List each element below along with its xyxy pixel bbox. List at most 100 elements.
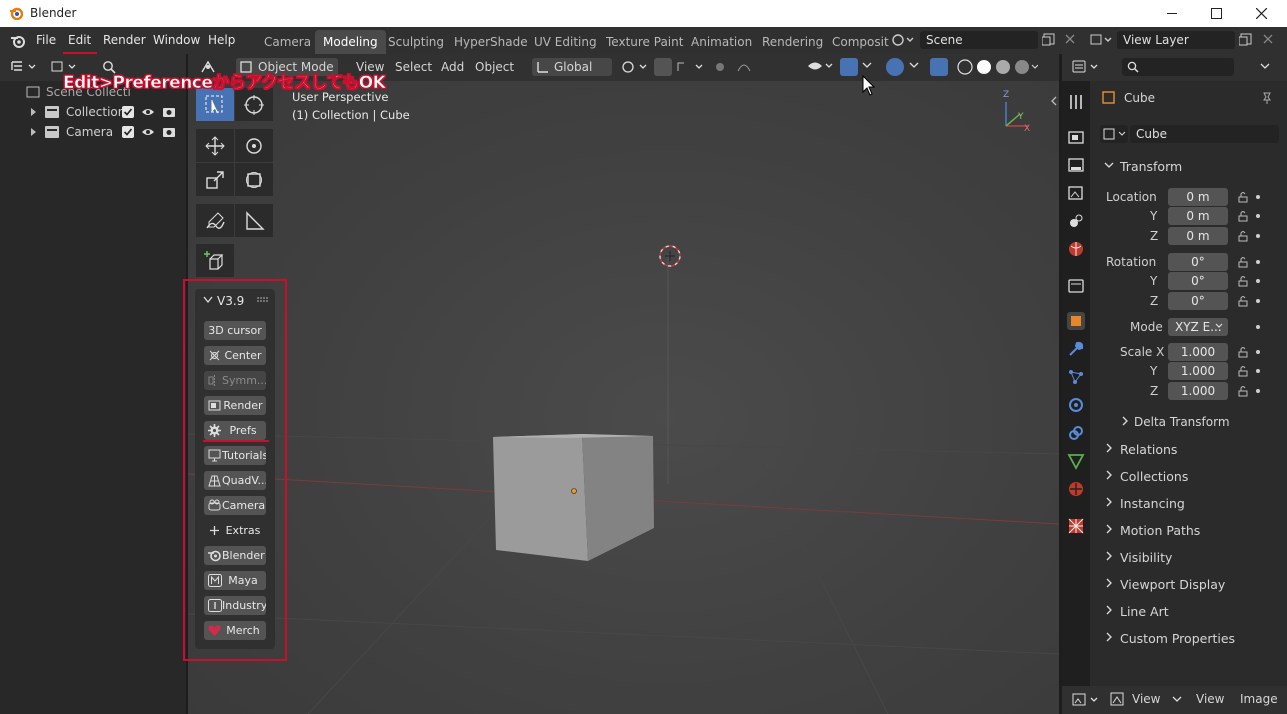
scene-field[interactable]: Scene (920, 31, 1038, 49)
modifier-tab-icon[interactable] (1067, 340, 1085, 358)
transform-section-header[interactable]: Transform (1098, 154, 1283, 180)
outliner-row-camera[interactable]: Camera (0, 122, 186, 142)
physics-tab-icon[interactable] (1067, 396, 1085, 414)
exclude-checkbox[interactable] (122, 106, 134, 118)
scale-z-field[interactable]: 1.000 (1168, 382, 1228, 400)
tab-sculpting[interactable]: Sculpting (380, 30, 452, 54)
section-visibility[interactable]: Visibility (1098, 545, 1283, 571)
shading-modes-icon[interactable] (956, 58, 1038, 76)
camera-render-icon[interactable] (162, 106, 176, 118)
orientation-dropdown[interactable]: Global (532, 58, 612, 76)
section-motion-paths[interactable]: Motion Paths (1098, 518, 1283, 544)
datablock-name-field[interactable]: Cube (1130, 125, 1279, 143)
rotation-mode-dropdown[interactable]: XYZ E... (1168, 318, 1228, 336)
menu-help[interactable]: Help (208, 33, 235, 47)
tab-rendering[interactable]: Rendering (754, 30, 831, 54)
datablock-type-dropdown[interactable] (1100, 125, 1128, 143)
eye-icon[interactable] (141, 106, 155, 118)
constraints-tab-icon[interactable] (1067, 424, 1085, 442)
keyframe-dot[interactable] (1256, 299, 1260, 303)
location-y-field[interactable]: 0 m (1168, 207, 1228, 225)
exclude-checkbox[interactable] (122, 126, 134, 138)
snap-icon[interactable] (654, 58, 672, 76)
rotate-tool[interactable] (235, 129, 273, 162)
overlay-toggle-icon[interactable] (886, 58, 904, 76)
image-editor-type-icon[interactable] (1072, 692, 1102, 708)
maximize-button[interactable] (1193, 0, 1239, 27)
keyframe-dot[interactable] (1256, 279, 1260, 283)
lock-icon[interactable] (1238, 275, 1250, 287)
keyframe-dot[interactable] (1256, 260, 1260, 264)
overlay-dropdown-icon[interactable] (909, 62, 919, 70)
particles-tab-icon[interactable] (1067, 368, 1085, 386)
pivot-icon[interactable] (620, 59, 650, 75)
tool-tab-icon[interactable] (1067, 93, 1085, 111)
menu-edit[interactable]: Edit (68, 33, 91, 47)
tab-texture-paint[interactable]: Texture Paint (598, 30, 691, 54)
location-z-field[interactable]: 0 m (1168, 227, 1228, 245)
view-mode-icon[interactable] (1110, 692, 1124, 706)
transform-tool[interactable] (235, 163, 273, 196)
lock-icon[interactable] (1238, 230, 1250, 242)
gizmo-toggle-icon[interactable] (840, 58, 858, 76)
collapse-sidebar-icon[interactable] (1050, 96, 1058, 106)
minimize-button[interactable] (1149, 0, 1195, 27)
viewport-menu-add[interactable]: Add (441, 60, 464, 74)
menu-view[interactable]: View (1196, 692, 1224, 706)
tab-uv-editing[interactable]: UV Editing (526, 30, 605, 54)
output-tab-icon[interactable] (1067, 156, 1085, 174)
cube-object[interactable] (490, 430, 660, 565)
rotation-z-field[interactable]: 0° (1168, 292, 1228, 310)
keyframe-dot[interactable] (1256, 234, 1260, 238)
editor-type-icon[interactable] (10, 60, 40, 74)
properties-editor-type-icon[interactable] (1072, 59, 1102, 75)
outliner-row-collection[interactable]: Collection (0, 102, 186, 122)
xray-toggle-icon[interactable] (930, 58, 948, 76)
keyframe-dot[interactable] (1256, 389, 1260, 393)
tab-hypershade[interactable]: HyperShade (446, 30, 536, 54)
lock-icon[interactable] (1238, 365, 1250, 377)
collection-tab-icon[interactable] (1067, 277, 1085, 295)
new-view-layer-icon[interactable] (1239, 33, 1253, 47)
keyframe-dot[interactable] (1256, 350, 1260, 354)
remove-scene-icon[interactable] (1064, 33, 1076, 45)
viewport-menu-object[interactable]: Object (475, 60, 514, 74)
expand-arrow-icon[interactable] (30, 127, 38, 137)
view-layer-tab-icon[interactable] (1067, 184, 1085, 202)
section-custom-properties[interactable]: Custom Properties (1098, 626, 1283, 652)
proportional-edit-icon[interactable] (712, 59, 760, 75)
new-scene-icon[interactable] (1042, 33, 1056, 47)
options-dropdown-icon[interactable] (1260, 63, 1270, 71)
scale-x-field[interactable]: 1.000 (1168, 343, 1228, 361)
remove-view-layer-icon[interactable] (1262, 33, 1274, 45)
view-layer-icon[interactable] (1090, 33, 1114, 47)
data-tab-icon[interactable] (1067, 452, 1085, 470)
camera-render-icon[interactable] (162, 126, 176, 138)
move-tool[interactable] (196, 129, 234, 162)
menu-file[interactable]: File (36, 33, 56, 47)
menu-image[interactable]: Image (1240, 692, 1278, 706)
view-layer-field[interactable]: View Layer (1117, 31, 1235, 49)
scale-y-field[interactable]: 1.000 (1168, 362, 1228, 380)
visibility-icon[interactable] (806, 58, 836, 74)
object-tab-icon[interactable] (1067, 312, 1085, 330)
tab-animation[interactable]: Animation (683, 30, 760, 54)
rotation-x-field[interactable]: 0° (1168, 253, 1228, 271)
lock-icon[interactable] (1238, 346, 1250, 358)
rotation-y-field[interactable]: 0° (1168, 272, 1228, 290)
keyframe-dot[interactable] (1256, 325, 1260, 329)
section-collections[interactable]: Collections (1098, 464, 1283, 490)
lock-icon[interactable] (1238, 256, 1250, 268)
scene-selector-icon[interactable] (892, 33, 916, 47)
eye-icon[interactable] (141, 126, 155, 138)
delta-transform-header[interactable]: Delta Transform (1114, 410, 1287, 436)
texture-tab-icon[interactable] (1067, 517, 1085, 535)
lock-icon[interactable] (1238, 295, 1250, 307)
section-line-art[interactable]: Line Art (1098, 599, 1283, 625)
menu-render[interactable]: Render (103, 33, 146, 47)
properties-search-field[interactable] (1122, 58, 1234, 76)
section-relations[interactable]: Relations (1098, 437, 1283, 463)
lock-icon[interactable] (1238, 385, 1250, 397)
world-tab-icon[interactable] (1067, 240, 1085, 258)
lock-icon[interactable] (1238, 210, 1250, 222)
